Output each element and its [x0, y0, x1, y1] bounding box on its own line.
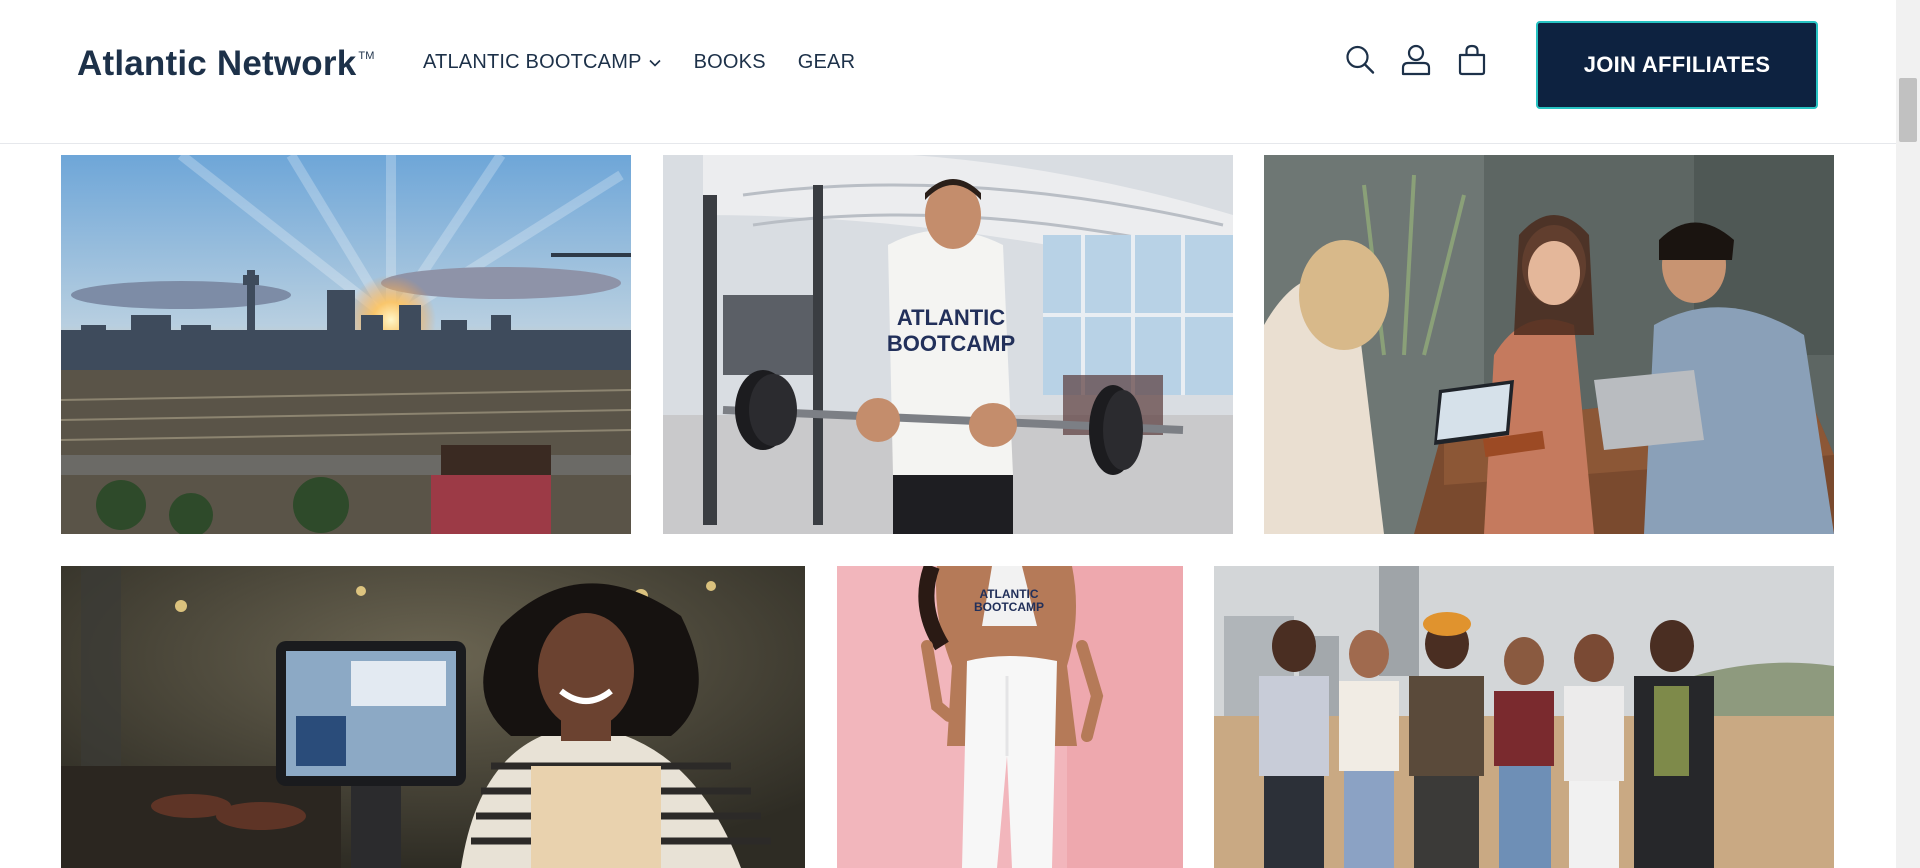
cafe-illustration — [1264, 155, 1834, 534]
cart-icon — [1458, 44, 1486, 76]
main-nav: ATLANTIC BOOTCAMP BOOKS GEAR — [423, 51, 855, 74]
gym-barbell-curl-image[interactable]: ATLANTIC BOOTCAMP — [663, 155, 1233, 534]
city-skyline-sunset-image[interactable] — [61, 155, 631, 534]
group-friends-illustration — [1214, 566, 1834, 868]
nav-label: ATLANTIC BOOTCAMP — [423, 51, 642, 73]
crop-top-text-line2: BOOTCAMP — [974, 600, 1044, 614]
cashier-illustration — [61, 566, 805, 868]
nav-item-atlantic-bootcamp[interactable]: ATLANTIC BOOTCAMP — [423, 51, 662, 74]
account-icon — [1401, 44, 1431, 76]
city-skyline-illustration — [61, 155, 631, 534]
search-button[interactable] — [1344, 42, 1376, 78]
site-logo[interactable]: Atlantic Network TM — [77, 44, 375, 84]
join-affiliates-button[interactable]: JOIN AFFILIATES — [1536, 21, 1818, 109]
athletic-wear-model-image[interactable]: ATLANTIC BOOTCAMP — [837, 566, 1183, 868]
cta-label: JOIN AFFILIATES — [1583, 52, 1771, 77]
crop-top-text-line1: ATLANTIC — [979, 587, 1038, 601]
cashier-smiling-image[interactable] — [61, 566, 805, 868]
shirt-text-line1: ATLANTIC — [897, 305, 1005, 330]
nav-item-books[interactable]: BOOKS — [694, 51, 766, 74]
group-friends-rooftop-image[interactable] — [1214, 566, 1834, 868]
cart-button[interactable] — [1456, 42, 1488, 78]
site-header: Atlantic Network TM ATLANTIC BOOTCAMP BOO… — [0, 0, 1896, 144]
account-button[interactable] — [1400, 42, 1432, 78]
cafe-laptop-meeting-image[interactable] — [1264, 155, 1834, 534]
logo-text: Atlantic Network — [77, 44, 357, 83]
nav-label: BOOKS — [693, 51, 766, 73]
scrollbar-thumb[interactable] — [1899, 78, 1917, 142]
header-icons — [1344, 42, 1488, 78]
athletic-model-illustration: ATLANTIC BOOTCAMP — [837, 566, 1183, 868]
nav-item-gear[interactable]: GEAR — [798, 51, 855, 74]
gym-illustration: ATLANTIC BOOTCAMP — [663, 155, 1233, 534]
shirt-text-line2: BOOTCAMP — [887, 331, 1015, 356]
search-icon — [1346, 45, 1375, 74]
nav-label: GEAR — [797, 51, 856, 73]
trademark-mark: TM — [358, 50, 375, 62]
page-scrollbar[interactable] — [1896, 0, 1920, 868]
chevron-down-icon — [649, 59, 661, 67]
